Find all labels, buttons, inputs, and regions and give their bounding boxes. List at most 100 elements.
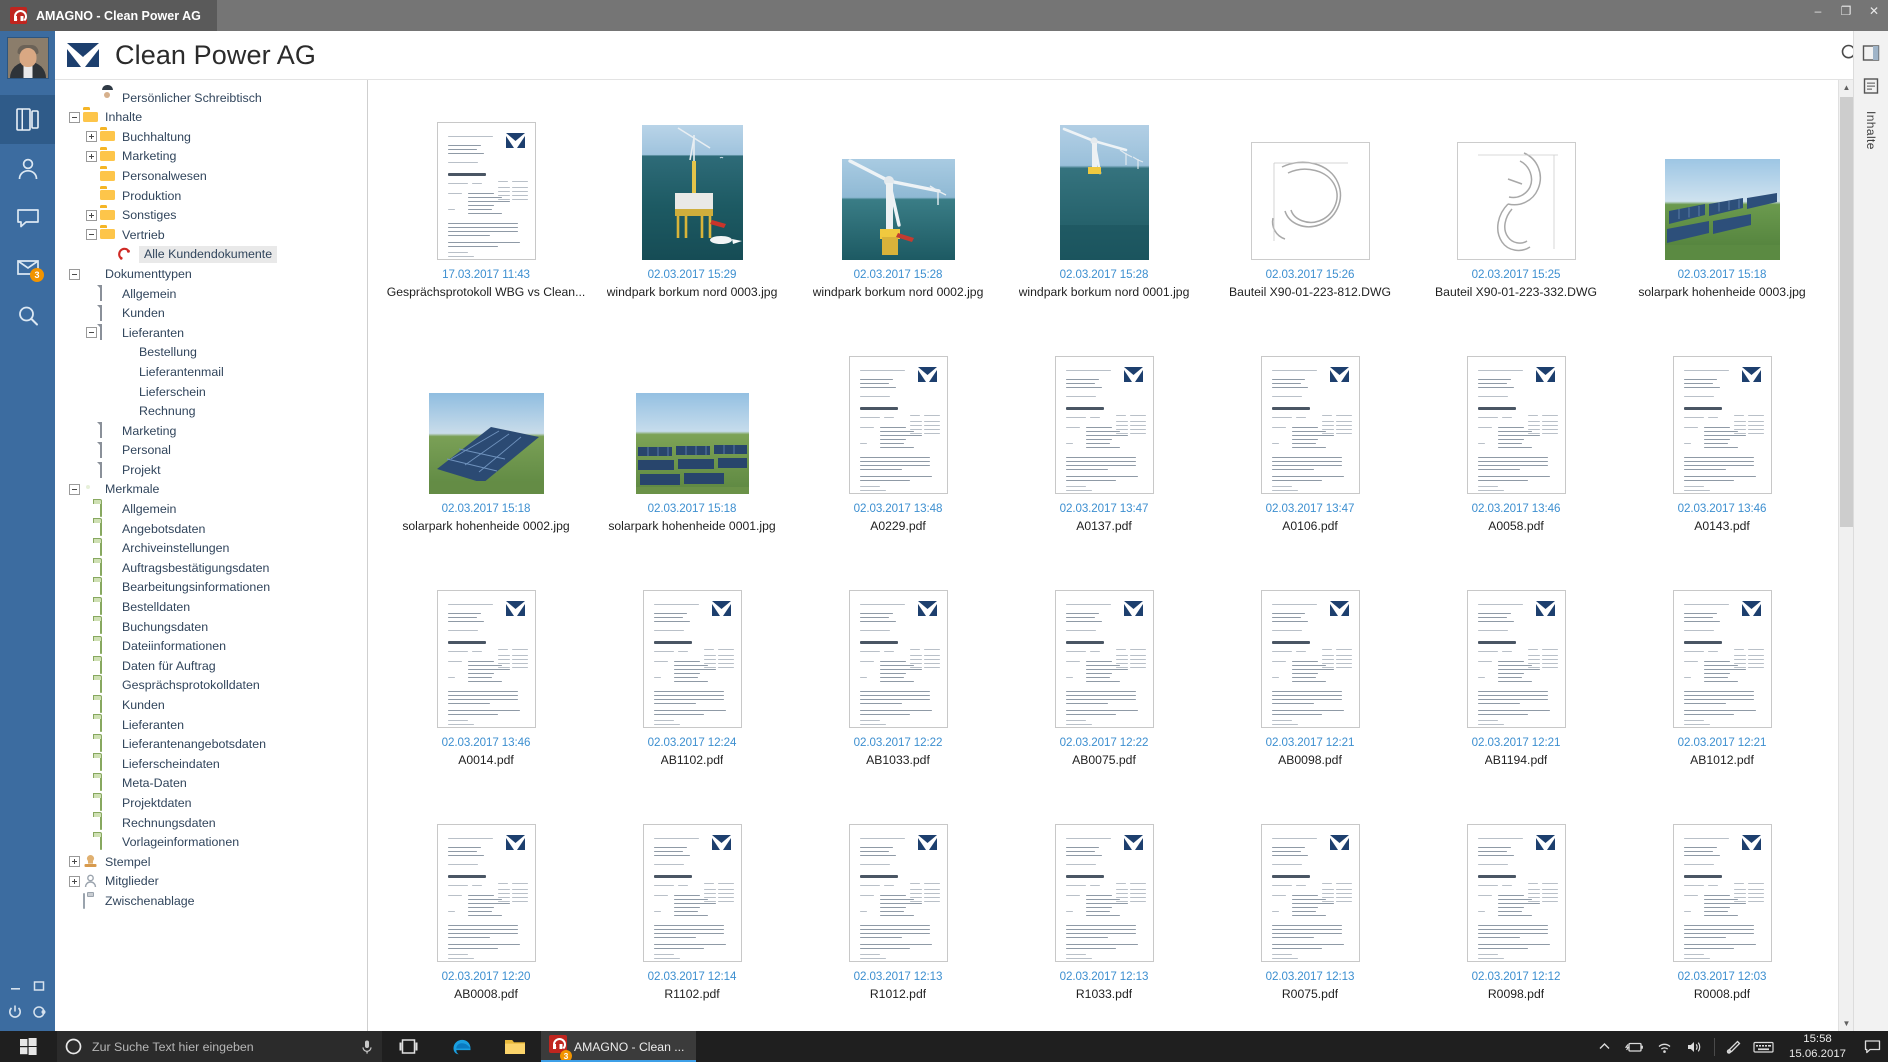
document-thumbnail[interactable] (1054, 334, 1154, 494)
tree-item[interactable]: Kunden (55, 304, 367, 324)
content-scrollbar[interactable]: ▲ ▼ (1838, 80, 1853, 1031)
document-tile[interactable]: 02.03.2017 13:46 A0143.pdf (1619, 328, 1825, 562)
tree-item[interactable]: Marketing (55, 421, 367, 441)
document-thumbnail[interactable] (1466, 568, 1566, 728)
edge-browser-button[interactable] (435, 1031, 488, 1062)
document-tile[interactable]: 02.03.2017 15:18 solarpark hohenheide 000… (383, 328, 589, 562)
document-tile[interactable]: 17.03.2017 11:43 Gesprächsprotokoll WBG v… (383, 94, 589, 328)
document-tile[interactable]: 02.03.2017 12:21 AB0098.pdf (1207, 562, 1413, 796)
tree-item[interactable]: Inhalte (55, 108, 367, 128)
tree-item[interactable]: Stempel (55, 852, 367, 872)
tree-item[interactable]: Kunden (55, 695, 367, 715)
tree-item[interactable]: Sonstiges (55, 206, 367, 226)
tree-item[interactable]: Auftragsbestätigungsdaten (55, 558, 367, 578)
tree-item[interactable]: Zwischenablage (55, 891, 367, 911)
document-thumbnail[interactable] (641, 100, 743, 260)
document-tile[interactable]: 02.03.2017 12:14 R1102.pdf (589, 796, 795, 1030)
document-thumbnail[interactable] (1250, 100, 1370, 260)
tree-item[interactable]: Daten für Auftrag (55, 656, 367, 676)
taskbar-amagno-app-button[interactable]: 3 AMAGNO - Clean ... (541, 1031, 697, 1062)
tree-item[interactable]: Merkmale (55, 480, 367, 500)
microphone-icon[interactable] (360, 1039, 374, 1055)
tree-item[interactable]: Bestellung (55, 343, 367, 363)
close-button[interactable]: ✕ (1860, 0, 1888, 22)
rail-item-contacts[interactable] (0, 144, 55, 193)
tree-item[interactable]: Allgemein (55, 499, 367, 519)
scroll-down-arrow[interactable]: ▼ (1839, 1016, 1854, 1031)
document-tile[interactable]: 02.03.2017 13:46 A0058.pdf (1413, 328, 1619, 562)
document-thumbnail[interactable] (1260, 802, 1360, 962)
tree-item[interactable]: Gesprächsprotokolldaten (55, 676, 367, 696)
restore-icon[interactable] (32, 979, 46, 993)
document-tile[interactable]: 02.03.2017 12:21 AB1194.pdf (1413, 562, 1619, 796)
maximize-button[interactable]: ❐ (1832, 0, 1860, 22)
user-avatar[interactable] (6, 37, 49, 79)
document-tile[interactable]: 02.03.2017 12:21 AB1012.pdf (1619, 562, 1825, 796)
document-tile[interactable]: 02.03.2017 15:26 Bauteil X90-01-223-812.D… (1207, 94, 1413, 328)
document-thumbnail[interactable] (642, 568, 742, 728)
tree-collapse-toggle[interactable] (69, 268, 80, 280)
document-thumbnail[interactable] (1260, 334, 1360, 494)
document-thumbnail[interactable] (1672, 802, 1772, 962)
tree-collapse-toggle[interactable] (86, 327, 97, 339)
tree-expand-toggle[interactable] (86, 151, 97, 163)
document-thumbnail[interactable] (436, 568, 536, 728)
document-thumbnail[interactable] (848, 334, 948, 494)
tree-item[interactable]: Archiveinstellungen (55, 539, 367, 559)
document-tile[interactable]: 02.03.2017 12:24 AB1102.pdf (589, 562, 795, 796)
tree-expand-toggle[interactable] (86, 131, 97, 143)
document-tile[interactable]: 02.03.2017 13:46 A0014.pdf (383, 562, 589, 796)
document-thumbnail[interactable] (848, 568, 948, 728)
tree-expand-toggle[interactable] (69, 856, 80, 868)
panel-toggle-icon[interactable] (1858, 39, 1885, 66)
battery-icon[interactable] (1620, 1031, 1650, 1062)
minimize-icon[interactable] (9, 979, 23, 993)
document-tile[interactable]: 02.03.2017 12:20 AB0008.pdf (383, 796, 589, 1030)
document-thumbnail[interactable] (1054, 568, 1154, 728)
tree-item[interactable]: Personalwesen (55, 166, 367, 186)
document-tile[interactable]: 02.03.2017 12:13 R1033.pdf (1001, 796, 1207, 1030)
tree-expand-toggle[interactable] (86, 209, 97, 221)
document-thumbnail[interactable] (841, 100, 955, 260)
notes-icon[interactable] (1858, 72, 1885, 99)
minimize-button[interactable]: – (1804, 0, 1832, 22)
document-thumbnail[interactable] (1672, 334, 1772, 494)
document-tile[interactable]: 02.03.2017 12:03 R0008.pdf (1619, 796, 1825, 1030)
tree-item[interactable]: Persönlicher Schreibtisch (55, 88, 367, 108)
volume-icon[interactable] (1680, 1031, 1710, 1062)
rail-item-search[interactable] (0, 291, 55, 340)
tree-collapse-toggle[interactable] (86, 229, 97, 241)
tree-item[interactable]: Vorlageinformationen (55, 833, 367, 853)
document-tile[interactable]: 02.03.2017 15:25 Bauteil X90-01-223-332.D… (1413, 94, 1619, 328)
tree-item[interactable]: Personal (55, 441, 367, 461)
tree-item[interactable]: Produktion (55, 186, 367, 206)
document-tile[interactable]: 02.03.2017 15:18 solarpark hohenheide 000… (589, 328, 795, 562)
document-thumbnail[interactable] (1059, 100, 1149, 260)
tree-item[interactable]: Projektdaten (55, 793, 367, 813)
tree-item[interactable]: Meta-Daten (55, 774, 367, 794)
logout-icon[interactable] (32, 1004, 48, 1020)
tree-item[interactable]: Dateiinformationen (55, 637, 367, 657)
document-thumbnail[interactable] (1054, 802, 1154, 962)
tree-item[interactable]: Buchhaltung (55, 127, 367, 147)
document-tile[interactable]: 02.03.2017 15:29 windpark borkum nord 000… (589, 94, 795, 328)
file-explorer-button[interactable] (488, 1031, 541, 1062)
taskbar-clock[interactable]: 15:58 15.06.2017 (1779, 1032, 1856, 1061)
taskbar-search-box[interactable]: Zur Suche Text hier eingeben (57, 1031, 382, 1062)
tree-item[interactable]: Lieferschein (55, 382, 367, 402)
tree-collapse-toggle[interactable] (69, 484, 80, 496)
start-button[interactable] (0, 1031, 57, 1062)
tree-item[interactable]: Lieferantenangebotsdaten (55, 735, 367, 755)
document-tile[interactable]: 02.03.2017 15:28 windpark borkum nord 000… (1001, 94, 1207, 328)
document-thumbnail[interactable] (436, 100, 536, 260)
document-tile[interactable]: 02.03.2017 12:13 R0075.pdf (1207, 796, 1413, 1030)
tree-item[interactable]: Bearbeitungsinformationen (55, 578, 367, 598)
document-thumbnail[interactable] (1466, 334, 1566, 494)
document-thumbnail[interactable] (428, 334, 544, 494)
rail-item-documents[interactable] (0, 95, 55, 144)
tree-item[interactable]: Lieferanten (55, 323, 367, 343)
wifi-icon[interactable] (1650, 1031, 1680, 1062)
document-thumbnail[interactable] (642, 802, 742, 962)
document-tile[interactable]: 02.03.2017 13:48 A0229.pdf (795, 328, 1001, 562)
document-thumbnail[interactable] (635, 334, 749, 494)
